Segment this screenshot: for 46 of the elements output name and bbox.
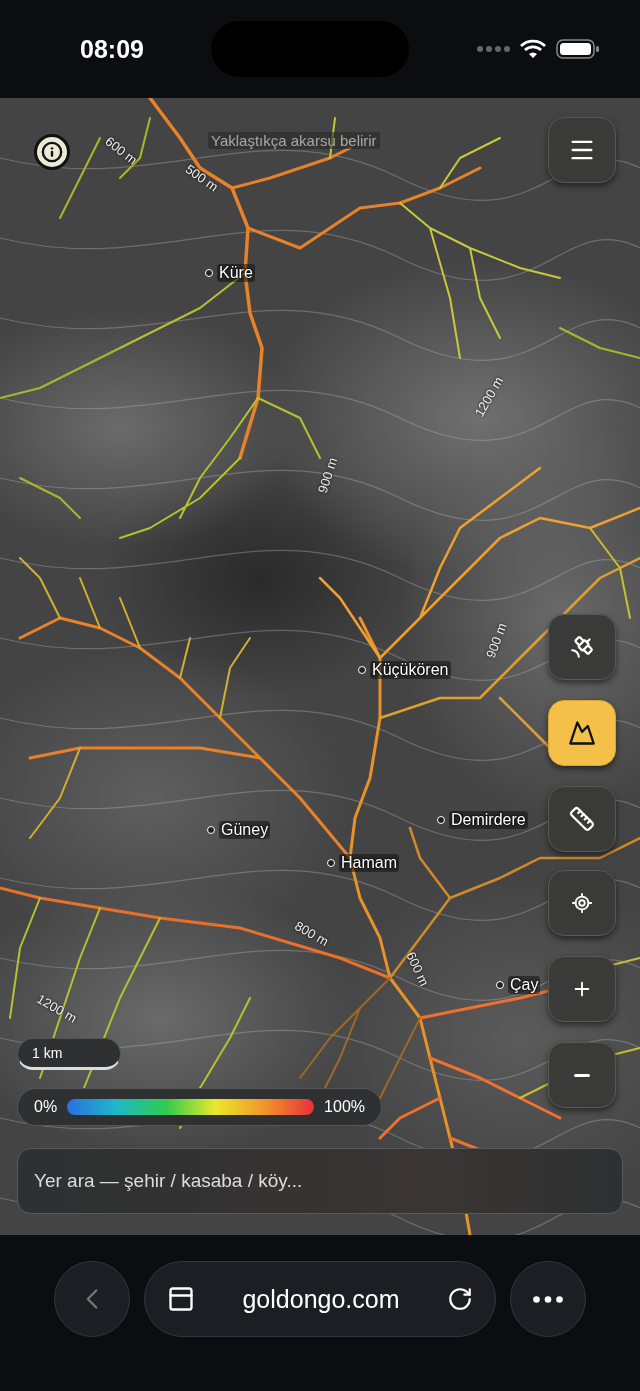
legend-max: 100% <box>324 1098 365 1116</box>
locate-button[interactable] <box>548 870 616 936</box>
page-icon[interactable] <box>167 1285 195 1313</box>
place-label[interactable]: Demirdere <box>449 811 528 829</box>
more-icon <box>533 1295 563 1303</box>
reload-button[interactable] <box>447 1286 473 1312</box>
locate-icon <box>571 892 593 914</box>
place-dot-icon <box>437 816 445 824</box>
place-label[interactable]: Hamam <box>339 854 399 872</box>
contour-label: 900 m <box>482 620 510 661</box>
place-label[interactable]: Küçükören <box>370 661 451 679</box>
minus-icon <box>574 1073 590 1077</box>
contour-label: 500 m <box>182 161 221 195</box>
place-dot-icon <box>205 269 213 277</box>
search-field[interactable]: Yer ara — şehir / kasaba / köy... <box>17 1148 623 1214</box>
scale-bar: 1 km <box>17 1038 121 1070</box>
contour-label: 800 m <box>292 918 332 950</box>
hint-text: Yaklaştıkça akarsu belirir <box>208 132 380 149</box>
satellite-button[interactable] <box>548 614 616 680</box>
signal-icon <box>476 45 510 53</box>
satellite-icon <box>569 634 595 660</box>
place-dot-icon <box>496 981 504 989</box>
status-time: 08:09 <box>80 34 144 64</box>
terrain-button[interactable] <box>548 700 616 766</box>
contour-label: 600 m <box>102 133 141 168</box>
ruler-icon <box>569 806 595 832</box>
contour-label: 900 m <box>314 455 341 495</box>
reload-icon <box>447 1286 473 1312</box>
wifi-icon <box>520 39 546 59</box>
menu-button[interactable] <box>548 117 616 183</box>
place-label[interactable]: Küre <box>217 264 255 282</box>
info-icon <box>41 141 63 163</box>
contour-label: 1200 m <box>34 991 80 1026</box>
place-dot-icon <box>327 859 335 867</box>
contour-label: 600 m <box>403 949 433 989</box>
info-button[interactable] <box>34 134 70 170</box>
url-text: goldongo.com <box>242 1284 400 1314</box>
legend-min: 0% <box>34 1098 58 1116</box>
address-bar[interactable]: goldongo.com <box>144 1261 496 1337</box>
place-dot-icon <box>207 826 215 834</box>
place-label[interactable]: Çay <box>508 976 541 994</box>
place-label[interactable]: Güney <box>219 821 271 839</box>
mountain-icon <box>568 719 596 747</box>
battery-icon <box>556 38 600 60</box>
place-dot-icon <box>358 666 366 674</box>
measure-button[interactable] <box>548 786 616 852</box>
